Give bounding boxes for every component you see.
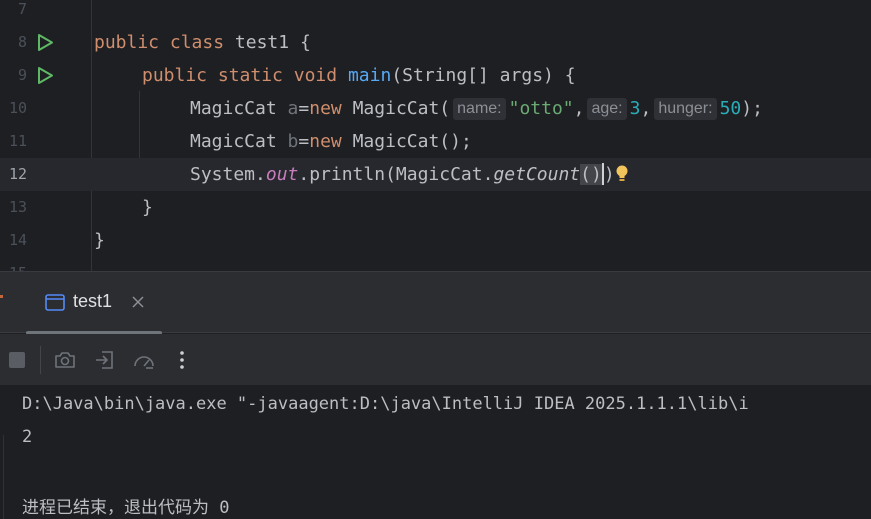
static-method: getCount <box>493 164 581 185</box>
console-exit-message: 进程已结束，退出代码为 0 <box>22 498 230 518</box>
line-number: 9 <box>17 66 27 84</box>
lightbulb-icon[interactable] <box>615 164 629 184</box>
operator: = <box>298 131 310 152</box>
keyword: void <box>293 65 338 86</box>
stop-icon[interactable] <box>5 348 29 372</box>
code-text: System.out.println(MagicCat.getCount()) <box>190 158 629 191</box>
edge-marker <box>0 295 3 298</box>
run-class-icon[interactable] <box>36 33 55 52</box>
code-text: public static void main(String[] args) { <box>142 59 576 92</box>
run-toolbar <box>0 334 871 385</box>
code-text: } <box>94 224 105 257</box>
line-number: 15 <box>0 257 27 271</box>
param-hint-hunger: hunger: <box>654 98 717 120</box>
line-number: 12 <box>8 165 27 183</box>
line-number: 13 <box>8 198 27 216</box>
code-text: MagicCat a=new MagicCat(name: "otto", age:… <box>190 92 763 125</box>
more-vertical-icon[interactable] <box>170 348 194 372</box>
constructor-call: MagicCat(); <box>352 131 472 152</box>
line-number: 7 <box>17 0 27 18</box>
keyword: static <box>217 65 283 86</box>
static-field: out <box>265 164 299 185</box>
variable-name: b <box>287 131 299 152</box>
code-line-14: 14 } <box>0 224 871 257</box>
run-tab-test1[interactable]: test1 <box>26 272 162 335</box>
keyword: new <box>309 98 342 119</box>
brace: } <box>94 230 105 251</box>
console-output[interactable]: D:\Java\bin\java.exe "-javaagent:D:\java… <box>0 385 871 519</box>
statement-end: ); <box>741 98 763 119</box>
line-number: 8 <box>17 33 27 51</box>
toolbar-separator <box>40 346 41 374</box>
line-number: 11 <box>8 132 27 150</box>
code-line-13: 13 } <box>0 191 871 224</box>
code-line-11: 11 MagicCat b=new MagicCat(); <box>0 125 871 158</box>
comma: , <box>573 98 585 119</box>
class-ref: System. <box>190 164 266 185</box>
keyword: new <box>309 131 342 152</box>
console-command-line: D:\Java\bin\java.exe "-javaagent:D:\java… <box>22 394 749 414</box>
closing-paren: ) <box>603 164 615 185</box>
comma: , <box>640 98 652 119</box>
code-text: MagicCat b=new MagicCat(); <box>190 125 472 158</box>
code-line-8: 8 public class test1 { <box>0 26 871 59</box>
string-literal: "otto" <box>508 98 574 119</box>
code-line-9: 9 public static void main(String[] args)… <box>0 59 871 92</box>
brace: { <box>299 32 311 53</box>
console-fold-rule <box>3 435 4 519</box>
method-call: .println(MagicCat. <box>298 164 494 185</box>
code-line-15: 15 <box>0 257 871 271</box>
console-program-output: 2 <box>22 427 33 447</box>
keyword: class <box>169 32 225 53</box>
method-name: main <box>347 65 392 86</box>
code-line-7: 7 <box>0 0 871 26</box>
type-name: MagicCat <box>190 98 277 119</box>
param-hint-age: age: <box>587 98 627 120</box>
run-main-icon[interactable] <box>36 66 55 85</box>
line-number: 14 <box>8 231 27 249</box>
exit-icon[interactable] <box>93 348 117 372</box>
run-tab-bar: test1 <box>0 272 871 335</box>
code-text: } <box>142 191 153 224</box>
type-name: MagicCat <box>190 131 277 152</box>
class-name: test1 <box>234 32 290 53</box>
variable-name: a <box>287 98 299 119</box>
line-number: 10 <box>8 99 27 117</box>
camera-icon[interactable] <box>53 348 77 372</box>
console-window-icon <box>45 294 65 311</box>
code-line-12-current: 12 System.out.println(MagicCat.getCount(… <box>0 158 871 191</box>
keyword: public <box>94 32 160 53</box>
constructor-call: MagicCat( <box>352 98 451 119</box>
brace: } <box>142 197 153 218</box>
matched-parens: () <box>580 164 602 185</box>
tab-label: test1 <box>73 291 113 311</box>
param-hint-name: name: <box>453 98 506 120</box>
close-icon[interactable] <box>130 294 146 310</box>
number-literal: 50 <box>719 98 742 119</box>
number-literal: 3 <box>629 98 641 119</box>
code-line-10: 10 MagicCat a=new MagicCat(name: "otto", a… <box>0 92 871 125</box>
params: (String[] args) { <box>391 65 576 86</box>
operator: = <box>298 98 310 119</box>
gauge-icon[interactable] <box>132 348 156 372</box>
code-text: public class test1 { <box>94 26 311 59</box>
keyword: public <box>142 65 208 86</box>
code-editor[interactable]: 7 8 public class test1 { 9 public static… <box>0 0 871 271</box>
